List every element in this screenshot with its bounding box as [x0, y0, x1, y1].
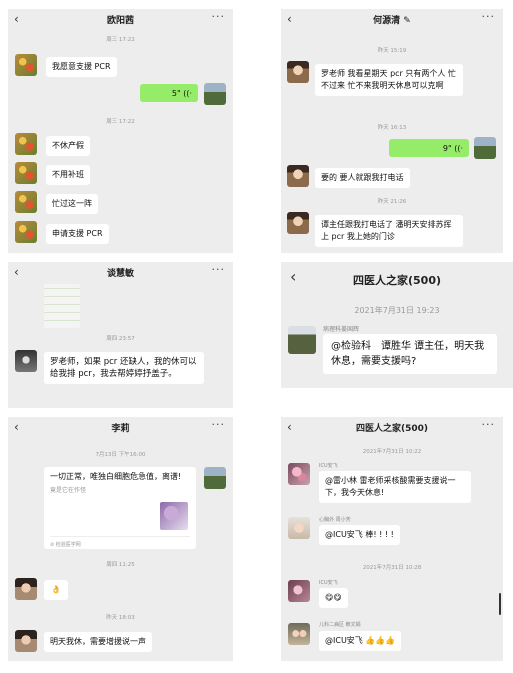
avatar[interactable]: [474, 137, 496, 159]
avatar[interactable]: [15, 630, 37, 652]
chat-header: ‹ 欧阳茜 ···: [8, 9, 233, 31]
timestamp: 昨天 16:13: [377, 125, 407, 131]
chat-title: 李莉: [111, 424, 130, 434]
chat-header: ‹ 何源清 ✎ ···: [281, 9, 503, 31]
scrollbar[interactable]: [499, 593, 501, 615]
sender-name: ICU安飞: [319, 463, 338, 469]
more-icon[interactable]: ···: [212, 418, 226, 431]
chat-title: 四医人之家(500): [355, 424, 428, 434]
avatar[interactable]: [288, 623, 310, 645]
screenshot-thumbnail[interactable]: [44, 284, 80, 328]
article-card[interactable]: 一切正常，唯独白细胞危急值，离谱! 竟是它在作怪 ⊘ 检验医学网: [44, 467, 196, 549]
message-bubble: @ICU安飞 棒! ! ! !: [319, 525, 400, 545]
emoji-message: 😋😋: [319, 588, 348, 608]
chat-header: ‹ 谈慧敏 ···: [8, 262, 233, 284]
chat-title: 谈慧敏: [106, 269, 134, 279]
chat-panel-group-1: ‹ 四医人之家(500) 2021年7月31日 19:23 病理科姜国辉 @检验…: [281, 262, 513, 388]
avatar[interactable]: [15, 578, 37, 600]
timestamp: 周四 11:25: [106, 562, 135, 568]
chat-header: ‹ 四医人之家(500) ···: [281, 417, 503, 439]
avatar[interactable]: [287, 61, 309, 83]
avatar[interactable]: [288, 580, 310, 602]
avatar[interactable]: [288, 326, 316, 354]
sender-name: 儿科二病区 赖文娟: [319, 622, 361, 628]
voice-message[interactable]: 5" ((·: [140, 84, 198, 102]
message-bubble: 罗老师 我看星期天 pcr 只有两个人 忙不过来 忙不来我明天休息可以克啊: [315, 64, 463, 96]
message-bubble: 不用补班: [46, 165, 90, 185]
message-bubble: 忙过这一阵: [46, 194, 98, 214]
avatar[interactable]: [15, 133, 37, 155]
chat-panel-tanhuimin: ‹ 谈慧敏 ··· 周四 23:57 罗老师，如果 pcr 还缺人，我的休可以给…: [8, 262, 233, 408]
message-bubble: 明天我休，需要增援说一声: [44, 632, 152, 652]
timestamp: 7月13日 下午16:00: [95, 452, 146, 458]
more-icon[interactable]: ···: [212, 263, 226, 276]
article-thumbnail: [160, 502, 188, 530]
chat-panel-ouyangqian: ‹ 欧阳茜 ··· 周三 17:22 我愿意支援 PCR 5" ((· 周三 1…: [8, 9, 233, 253]
chat-title: 何源清 ✎: [373, 16, 411, 26]
avatar[interactable]: [288, 463, 310, 485]
chat-header: ‹ 李莉 ···: [8, 417, 233, 439]
message-bubble: @ICU安飞 👍👍👍: [319, 631, 402, 651]
message-bubble: 不休产假: [46, 136, 90, 156]
voice-message[interactable]: 9" ((·: [389, 139, 469, 157]
message-bubble: 罗老师，如果 pcr 还缺人，我的休可以给我排 pcr，我去帮婷婷抒盖子。: [44, 352, 204, 384]
message-bubble: 要的 要人就跟我打电话: [315, 168, 410, 188]
avatar[interactable]: [15, 162, 37, 184]
chat-panel-group-2: ‹ 四医人之家(500) ··· 2021年7月31日 10:22 ICU安飞 …: [281, 417, 503, 661]
avatar[interactable]: [15, 350, 37, 372]
avatar[interactable]: [15, 54, 37, 76]
sender-name: 病理科姜国辉: [323, 326, 360, 333]
timestamp: 昨天 18:03: [106, 615, 135, 621]
chat-title: 欧阳茜: [106, 16, 134, 26]
message-bubble: 谭主任跟我打电话了 潘明天安排苏挥上 pcr 我上她的门诊: [315, 215, 463, 247]
sender-name: ICU安飞: [319, 580, 338, 586]
emoji-message: 👌: [44, 580, 68, 600]
chat-title: 四医人之家(500): [352, 274, 442, 287]
timestamp: 2021年7月31日 10:28: [362, 565, 422, 571]
avatar[interactable]: [204, 467, 226, 489]
timestamp: 周三 17:22: [106, 119, 135, 125]
timestamp: 昨天 15:19: [377, 48, 407, 54]
article-subtitle: 竟是它在作怪: [50, 487, 87, 494]
more-icon[interactable]: ···: [482, 10, 496, 23]
more-icon[interactable]: ···: [212, 10, 226, 23]
article-title: 一切正常，唯独白细胞危急值，离谱!: [50, 472, 182, 481]
timestamp: 2021年7月31日 19:23: [354, 306, 440, 315]
timestamp: 周四 23:57: [106, 336, 135, 342]
timestamp: 昨天 21:26: [377, 199, 407, 205]
timestamp: 周三 17:22: [106, 37, 135, 43]
sender-name: 心胸外 周小芳: [319, 517, 351, 523]
chat-panel-lili: ‹ 李莉 ··· 7月13日 下午16:00 一切正常，唯独白细胞危急值，离谱!…: [8, 417, 233, 661]
message-bubble: 我愿意支援 PCR: [46, 57, 117, 77]
message-bubble: @雷小林 雷老师采核酸需要支援说一下，我今天休息!: [319, 471, 471, 503]
article-source: ⊘ 检验医学网: [50, 542, 81, 548]
avatar[interactable]: [15, 191, 37, 213]
avatar[interactable]: [15, 221, 37, 243]
chat-panel-heyuanqing: ‹ 何源清 ✎ ··· 昨天 15:19 罗老师 我看星期天 pcr 只有两个人…: [281, 9, 503, 253]
timestamp: 2021年7月31日 10:22: [362, 449, 422, 455]
avatar[interactable]: [287, 165, 309, 187]
avatar[interactable]: [287, 212, 309, 234]
avatar[interactable]: [204, 83, 226, 105]
message-bubble: 申请支援 PCR: [46, 224, 109, 244]
message-bubble: @检验科 谭胜华 谭主任，明天我休息，需要支援吗?: [323, 334, 497, 374]
avatar[interactable]: [288, 517, 310, 539]
article-divider: [50, 536, 190, 537]
more-icon[interactable]: ···: [482, 418, 496, 431]
chat-header: ‹ 四医人之家(500): [281, 262, 513, 292]
